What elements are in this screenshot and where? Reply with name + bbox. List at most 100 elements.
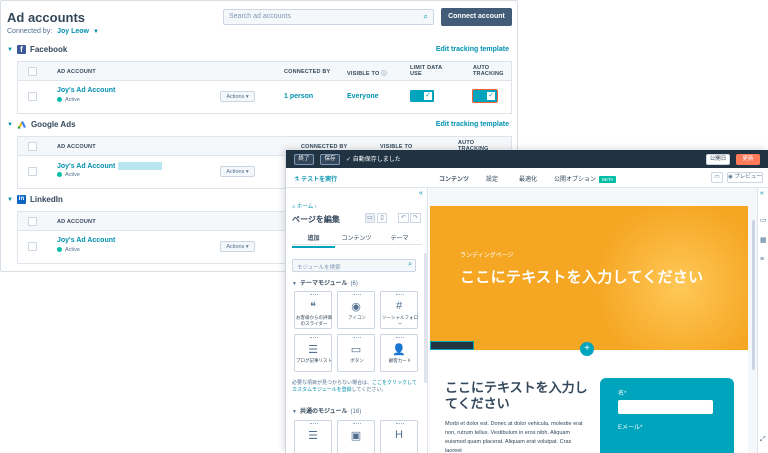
module-tile[interactable]: ❝ お客様からの評価のスライダー [294,291,332,329]
preview-button[interactable]: ◉ プレビュー [727,172,763,183]
chevron-down-icon[interactable]: ▼ [93,29,99,35]
hero-eyebrow[interactable]: ランディングページ [460,250,513,259]
module-tile[interactable]: H [380,420,418,453]
module-tile[interactable]: # ソーシャルフォロー [380,291,418,329]
chevron-down-icon[interactable]: ▼ [7,122,13,128]
expand-icon[interactable]: ⤢ [760,436,766,444]
row-checkbox[interactable] [28,242,37,251]
editor-sidebar: « ⌂ ホーム › ページを編集 ▭ ▯ ↶ ↷ 追加 コンテンツ テーマ モジ… [286,188,428,453]
breadcrumb[interactable]: ⌂ ホーム › [292,202,317,210]
update-button[interactable]: 更新 [736,154,760,165]
actions-dropdown[interactable]: Actions ▾ [220,241,255,252]
search-input[interactable]: Search ad accounts ⌕ [223,9,434,25]
connected-by-link[interactable]: 1 person [284,93,313,100]
account-name-link[interactable]: Joy's Ad Account [57,237,115,244]
visible-to-link[interactable]: Everyone [347,93,379,100]
publish-date-button[interactable]: 公開日 [706,154,730,165]
common-modules-group[interactable]: ▼ 共通のモジュール (16) [292,406,361,415]
expand-icon[interactable]: « [760,190,764,197]
hero-title[interactable]: ここにテキストを入力してください [460,266,703,287]
run-test-label: テストを実行 [301,177,338,183]
edit-tracking-template-link[interactable]: Edit tracking template [436,46,509,53]
preview-label: プレビュー [734,174,762,180]
facebook-icon: f [16,45,26,54]
name-field[interactable] [618,400,713,414]
chevron-down-icon[interactable]: ▼ [7,197,13,203]
chevron-down-icon: ▼ [292,409,297,415]
add-section-button[interactable]: + [580,342,594,356]
tab-publish-options[interactable]: 公開オプション BETA [554,174,617,183]
linkedin-icon: in [16,195,26,204]
connected-by-user-dropdown[interactable]: Joy Leow [57,28,89,35]
connect-account-button[interactable]: Connect account [441,8,512,26]
section-linkedin[interactable]: ▼ in LinkedIn [7,195,63,204]
canvas-scrollbar[interactable] [752,220,755,370]
col-visible-to-label: VISIBLE TO [347,71,380,77]
auto-tracking-toggle[interactable]: ✓ [473,90,497,102]
account-name-link[interactable]: Joy's Ad Account [57,87,115,94]
row-checkbox[interactable] [28,167,37,176]
section-toolbar[interactable]: ✎⧉🗑 [430,341,474,350]
module-tile[interactable]: ☰ [294,420,332,453]
mobile-view-icon[interactable]: ▯ [377,213,387,223]
module-label: お客様からの評価のスライダー [296,315,332,326]
module-tile[interactable]: ▭ ボタン [337,334,375,372]
check-icon: ✓ [486,91,496,101]
content-body[interactable]: Morbi et dolor est. Donec at dolor vehic… [445,420,585,453]
save-button[interactable]: 保存 [320,154,340,165]
col-limit-data-use: LIMIT DATA USE [410,65,443,77]
collapse-sidebar-icon[interactable]: « [419,190,423,197]
actions-label: Actions [226,169,245,175]
limit-data-use-toggle[interactable]: ✓ [410,90,434,102]
module-tile[interactable]: ▣ [337,420,375,453]
search-icon[interactable]: ⌕ [408,261,412,269]
hero-section[interactable]: ランディングページ ここにテキストを入力してください ✎⧉🗑 [430,206,748,350]
exit-button[interactable]: 終了 [294,154,314,165]
col-connected-by: CONNECTED BY [284,69,331,75]
module-label: ソーシャルフォロー [382,315,418,326]
run-test-link[interactable]: ⚗ テストを実行 [294,174,337,183]
module-tile[interactable]: ◉ アイコン [337,291,375,329]
section-facebook[interactable]: ▼ f Facebook [7,45,67,54]
info-icon[interactable]: ⓘ [381,71,387,77]
select-all-checkbox[interactable] [28,142,37,151]
drag-handle-icon [310,337,318,339]
beta-badge: BETA [599,175,617,183]
tab-theme[interactable]: テーマ [378,233,421,242]
comment-icon[interactable]: ▭ [760,216,767,224]
form-module[interactable]: 名* Eメール* [600,378,734,453]
calendar-icon[interactable]: ▦ [760,236,767,244]
edit-tracking-template-link[interactable]: Edit tracking template [436,121,509,128]
content-section[interactable]: ここにテキストを入力してください Morbi et dolor est. Don… [430,350,748,453]
sidebar-scrollbar[interactable] [424,253,427,383]
select-all-checkbox[interactable] [28,67,37,76]
content-title[interactable]: ここにテキストを入力してください [445,380,595,412]
editor-canvas: ランディングページ ここにテキストを入力してください ✎⧉🗑 ここにテキストを入… [429,188,757,453]
drag-handle-icon [353,423,361,425]
module-tile[interactable]: ☰ ブログ記事リスト [294,334,332,372]
module-tile[interactable]: 👤 顧客カード [380,334,418,372]
tab-optimize[interactable]: 最適化 [519,174,537,183]
editor-tabs: ⚗ テストを実行 コンテンツ 設定 最適化 公開オプション BETA ▭ ◉ プレ… [286,168,768,190]
tab-contents[interactable]: コンテンツ [335,233,378,242]
comment-icon[interactable]: ▭ [711,172,723,183]
search-icon[interactable]: ⌕ [424,12,428,22]
module-search-input[interactable]: モジュールを検索 ⌕ [292,259,416,272]
select-all-checkbox[interactable] [28,217,37,226]
status-text: Active [65,97,80,103]
redo-icon[interactable]: ↷ [410,213,421,223]
actions-dropdown[interactable]: Actions ▾ [220,166,255,177]
image-icon: ▣ [350,430,362,442]
sidebar-title: ページを編集 [292,215,340,224]
undo-icon[interactable]: ↶ [398,213,409,223]
actions-dropdown[interactable]: Actions ▾ [220,91,255,102]
theme-modules-group[interactable]: ▼ テーマモジュール (6) [292,278,358,287]
chevron-down-icon[interactable]: ▼ [7,47,13,53]
tab-settings[interactable]: 設定 [486,174,498,183]
row-checkbox[interactable] [28,92,37,101]
stack-icon[interactable]: ≡ [760,256,764,263]
account-name-link[interactable]: Joy's Ad Account [57,162,163,170]
desktop-view-icon[interactable]: ▭ [365,213,375,223]
tab-add[interactable]: 追加 [292,233,335,248]
section-google-ads[interactable]: ▼ Google Ads [7,120,76,129]
